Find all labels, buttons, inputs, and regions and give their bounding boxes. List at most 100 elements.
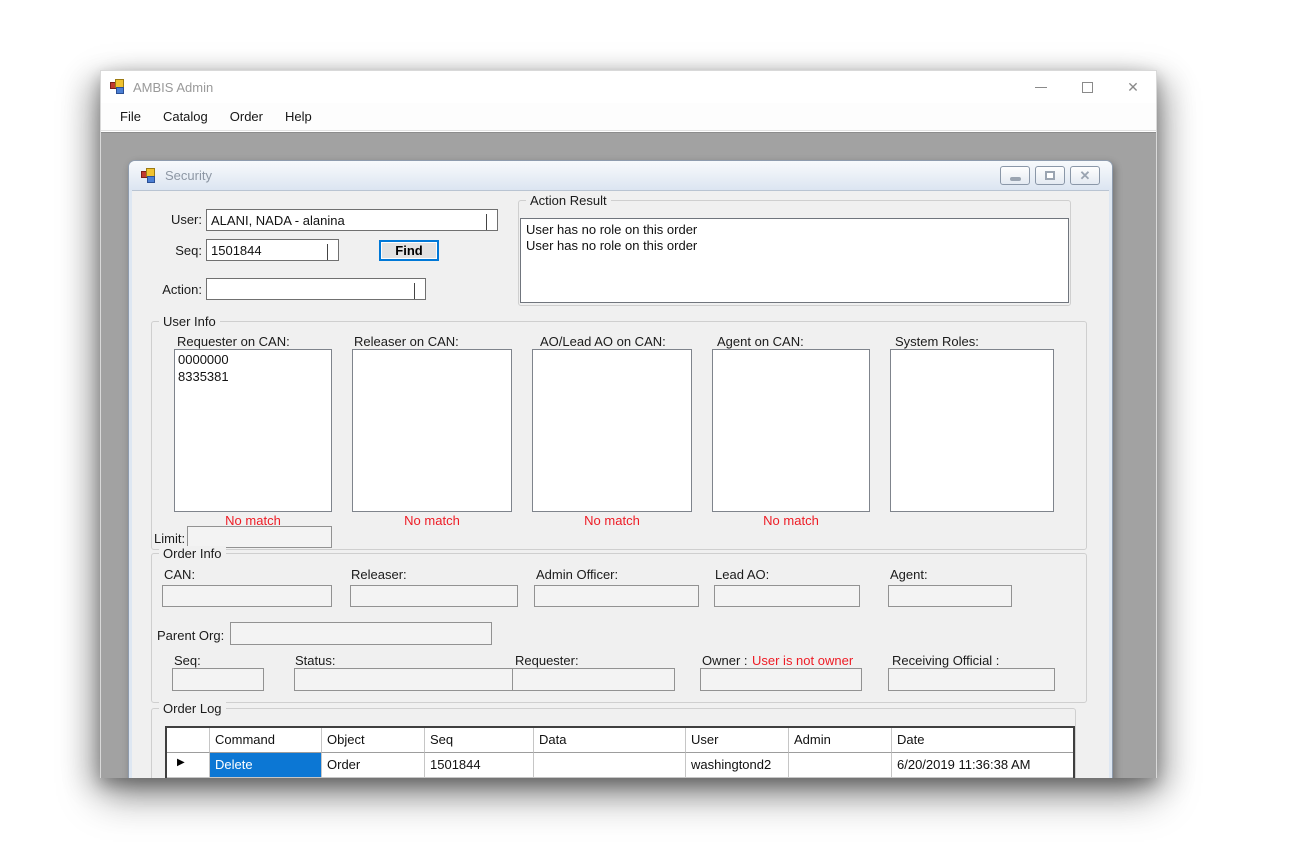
order-log-grid: Command Object Seq Data User Admin Date … — [165, 726, 1075, 778]
maximize-icon — [1082, 82, 1093, 93]
requester-field[interactable] — [512, 668, 675, 691]
cell-seq[interactable]: 1501844 — [425, 753, 534, 778]
user-combobox-value: ALANI, NADA - alanina — [211, 213, 345, 228]
action-combobox[interactable] — [206, 278, 426, 300]
list-item[interactable]: 8335381 — [178, 368, 331, 385]
limit-field[interactable] — [187, 526, 332, 548]
releaser-on-can-listbox[interactable] — [352, 349, 512, 512]
status-field[interactable] — [294, 668, 522, 691]
owner-field[interactable] — [700, 668, 862, 691]
user-label: User: — [166, 212, 202, 227]
child-close-icon: ✕ — [1080, 169, 1091, 182]
status-label: Status: — [295, 653, 335, 668]
security-client-area: User: ALANI, NADA - alanina Seq: 1501844… — [132, 190, 1109, 778]
column-header-admin[interactable]: Admin — [789, 728, 892, 753]
user-combobox[interactable]: ALANI, NADA - alanina — [206, 209, 498, 231]
chevron-down-icon — [327, 244, 335, 252]
table-row[interactable]: ▶ Delete Order 1501844 washingtond2 6/20… — [167, 753, 1073, 778]
security-title: Security — [165, 168, 212, 183]
ambis-admin-window: AMBIS Admin ✕ File Catalog Order Help Se… — [100, 70, 1157, 778]
menubar: File Catalog Order Help — [101, 103, 1156, 131]
agent-field[interactable] — [888, 585, 1012, 607]
close-icon: ✕ — [1127, 80, 1139, 94]
grid-corner-cell[interactable] — [167, 728, 210, 753]
admin-officer-field[interactable] — [534, 585, 699, 607]
minimize-icon — [1035, 87, 1047, 88]
action-result-line: User has no role on this order — [526, 238, 1063, 254]
child-minimize-icon — [1010, 177, 1021, 181]
agent-on-can-listbox[interactable] — [712, 349, 870, 512]
security-titlebar: Security ✕ — [129, 161, 1112, 190]
cell-data[interactable] — [534, 753, 686, 778]
order-log-label: Order Log — [159, 701, 226, 716]
menu-order[interactable]: Order — [219, 104, 274, 129]
agent-label: Agent: — [890, 567, 928, 582]
row-selector-cell[interactable]: ▶ — [167, 753, 210, 778]
cell-object[interactable]: Order — [322, 753, 425, 778]
close-button[interactable]: ✕ — [1110, 71, 1156, 103]
receiving-official-label: Receiving Official : — [892, 653, 999, 668]
column-header-seq[interactable]: Seq — [425, 728, 534, 753]
ao-lead-ao-on-can-label: AO/Lead AO on CAN: — [540, 334, 666, 349]
grid-header-row: Command Object Seq Data User Admin Date — [167, 728, 1073, 753]
lead-ao-field[interactable] — [714, 585, 860, 607]
owner-label: Owner : — [702, 653, 748, 668]
agent-on-can-label: Agent on CAN: — [717, 334, 804, 349]
chevron-down-icon — [414, 283, 422, 291]
cell-date[interactable]: 6/20/2019 11:36:38 AM — [892, 753, 1073, 778]
parent-org-label: Parent Org: — [157, 628, 224, 643]
user-info-group: User Info Requester on CAN: Releaser on … — [151, 321, 1087, 550]
requester-on-can-listbox[interactable]: 0000000 8335381 — [174, 349, 332, 512]
requester-label: Requester: — [515, 653, 579, 668]
column-header-date[interactable]: Date — [892, 728, 1073, 753]
app-titlebar: AMBIS Admin ✕ — [101, 71, 1156, 103]
order-info-label: Order Info — [159, 546, 226, 561]
receiving-official-field[interactable] — [888, 668, 1055, 691]
list-item[interactable]: 0000000 — [178, 351, 331, 368]
ao-lead-ao-on-can-listbox[interactable] — [532, 349, 692, 512]
menu-catalog[interactable]: Catalog — [152, 104, 219, 129]
child-restore-icon — [1045, 171, 1055, 180]
releaser-field[interactable] — [350, 585, 518, 607]
action-result-label: Action Result — [526, 193, 611, 208]
app-icon — [110, 79, 126, 95]
cell-command[interactable]: Delete — [210, 753, 322, 778]
seq-combobox[interactable]: 1501844 — [206, 239, 339, 261]
mdi-client-area: Security ✕ User: ALANI, NADA - alanina S… — [101, 132, 1156, 778]
releaser-on-can-label: Releaser on CAN: — [354, 334, 459, 349]
column-header-object[interactable]: Object — [322, 728, 425, 753]
column-header-command[interactable]: Command — [210, 728, 322, 753]
column-header-data[interactable]: Data — [534, 728, 686, 753]
action-label: Action: — [158, 282, 202, 297]
child-close-button[interactable]: ✕ — [1070, 166, 1100, 185]
find-button[interactable]: Find — [379, 240, 439, 261]
parent-org-field[interactable] — [230, 622, 492, 645]
owner-warning: User is not owner — [752, 653, 853, 668]
action-result-textbox[interactable]: User has no role on this order User has … — [520, 218, 1069, 303]
menu-file[interactable]: File — [109, 104, 152, 129]
child-restore-button[interactable] — [1035, 166, 1065, 185]
seq-info-field[interactable] — [172, 668, 264, 691]
child-minimize-button[interactable] — [1000, 166, 1030, 185]
action-result-group: Action Result User has no role on this o… — [518, 200, 1071, 306]
app-title: AMBIS Admin — [133, 80, 213, 95]
cell-user[interactable]: washingtond2 — [686, 753, 789, 778]
can-field[interactable] — [162, 585, 332, 607]
column-header-user[interactable]: User — [686, 728, 789, 753]
security-window: Security ✕ User: ALANI, NADA - alanina S… — [128, 160, 1113, 778]
seq-combobox-value: 1501844 — [211, 243, 262, 258]
window-controls: ✕ — [1018, 71, 1156, 103]
user-info-label: User Info — [159, 314, 220, 329]
chevron-down-icon — [486, 214, 494, 222]
menu-help[interactable]: Help — [274, 104, 323, 129]
order-log-group: Order Log Command Object Seq Data User A… — [151, 708, 1076, 778]
security-window-controls: ✕ — [1000, 166, 1100, 185]
action-result-line: User has no role on this order — [526, 222, 1063, 238]
system-roles-listbox[interactable] — [890, 349, 1054, 512]
cell-admin[interactable] — [789, 753, 892, 778]
releaser-label: Releaser: — [351, 567, 407, 582]
seq-label: Seq: — [166, 243, 202, 258]
can-label: CAN: — [164, 567, 195, 582]
minimize-button[interactable] — [1018, 71, 1064, 103]
maximize-button[interactable] — [1064, 71, 1110, 103]
